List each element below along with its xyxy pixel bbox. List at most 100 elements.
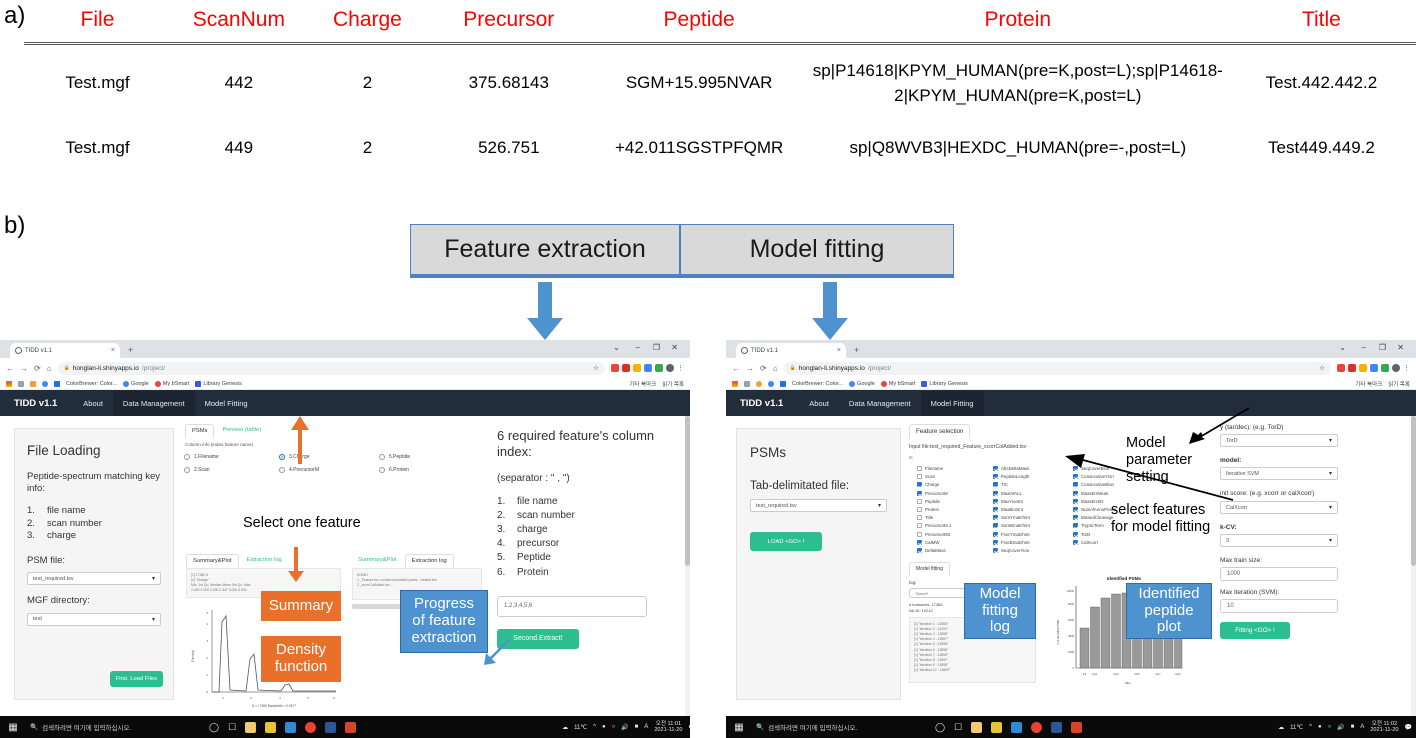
- minimize-icon[interactable]: –: [1362, 343, 1366, 352]
- param-select-init-score[interactable]: CalXcorr ▾: [1220, 501, 1338, 515]
- bookmark-reading-list[interactable]: 읽기 목록: [662, 380, 684, 388]
- close-icon[interactable]: ×: [111, 347, 115, 354]
- chrome-icon[interactable]: [305, 721, 317, 733]
- checkbox-sumymatchint[interactable]: SumYmatchInt: [993, 515, 1061, 521]
- checkbox-protein[interactable]: Protein: [917, 506, 981, 512]
- checkbox-numofannopeaks[interactable]: NumofAnnoPeaks: [1073, 506, 1116, 512]
- apps-icon[interactable]: [732, 380, 738, 387]
- tray-icon[interactable]: ●: [602, 724, 606, 730]
- bookmark-icon[interactable]: [780, 380, 786, 387]
- bookmark-icon[interactable]: [756, 380, 762, 387]
- checkbox-calmw[interactable]: CalMW: [917, 539, 981, 545]
- chevron-down-icon[interactable]: ⌄: [1339, 343, 1346, 352]
- checkbox-absdeltamass[interactable]: AbsDeltaMass: [993, 466, 1061, 471]
- word-icon[interactable]: [1051, 721, 1063, 733]
- browser-tab[interactable]: TIDD v1.1 ×: [10, 343, 120, 358]
- close-icon[interactable]: ×: [837, 347, 841, 354]
- param-select-model[interactable]: Iterative SVM ▾: [1220, 467, 1338, 480]
- checkbox-fracymatchint[interactable]: FracYmatchInt: [993, 531, 1061, 537]
- home-icon[interactable]: ⌂: [47, 364, 52, 373]
- weather-icon[interactable]: ☁: [562, 724, 568, 731]
- checkbox-peptidelength[interactable]: PeptideLength: [993, 474, 1061, 480]
- checkbox-seqcoveryion[interactable]: SeqCoverYion: [993, 547, 1061, 553]
- address-bar[interactable]: 🔒 honglan-li.shinyapps.io/project/ ☆: [57, 361, 605, 375]
- tab-extraction-log[interactable]: Extraction log: [404, 554, 454, 568]
- chevron-down-icon[interactable]: ⌄: [613, 343, 620, 352]
- browser-tab[interactable]: TIDD v1.1 ×: [736, 343, 846, 358]
- bookmark-google[interactable]: Google: [123, 380, 149, 387]
- word-icon[interactable]: [325, 721, 337, 733]
- checkbox-maxintall[interactable]: MaxIntALL: [993, 490, 1061, 496]
- mgf-directory-select[interactable]: test ▾: [27, 612, 161, 626]
- tray-icon[interactable]: ●: [1318, 724, 1322, 730]
- load-files-button[interactable]: First. Load Files: [109, 671, 163, 687]
- load-go-button[interactable]: LOAD <GO> !: [750, 532, 822, 551]
- notifications-icon[interactable]: 💬: [1405, 724, 1412, 731]
- tray-icon[interactable]: ○: [1328, 724, 1332, 730]
- checkbox-tord[interactable]: TorD: [1073, 531, 1116, 537]
- param-input-max-train-size[interactable]: 1000: [1220, 567, 1338, 582]
- taskbar-search-input[interactable]: 🔍 검색하려면 여기에 입력하십시오.: [752, 716, 927, 738]
- show-hidden-icons[interactable]: ^: [1309, 724, 1312, 730]
- minimize-icon[interactable]: –: [636, 343, 640, 352]
- bookmark-colorbrewer[interactable]: ColorBrewer: Color...: [792, 381, 843, 387]
- task-view-icon[interactable]: ☐: [228, 722, 236, 733]
- back-icon[interactable]: ←: [6, 364, 14, 373]
- checkbox-scan[interactable]: Scan: [917, 474, 981, 480]
- powerpoint-icon[interactable]: [345, 721, 357, 733]
- checkbox-fracbmatchint[interactable]: FracBmatchInt: [993, 539, 1061, 545]
- file-explorer-icon[interactable]: [245, 721, 257, 733]
- maximize-icon[interactable]: ❐: [1379, 343, 1386, 352]
- tab-summary-plot[interactable]: Summary&Plot: [186, 554, 239, 568]
- store-icon[interactable]: [265, 721, 277, 733]
- taskbar-search-input[interactable]: 🔍 검색하려면 여기에 입력하십시오.: [26, 716, 201, 738]
- address-bar[interactable]: 🔒 honglan-li.shinyapps.io/project/ ☆: [783, 361, 1331, 375]
- checkbox-maxyionint[interactable]: MaxYionInt: [993, 498, 1061, 504]
- network-icon[interactable]: ■: [635, 724, 639, 730]
- window-close-icon[interactable]: ✕: [671, 343, 678, 352]
- checkbox-tic[interactable]: TIC: [993, 482, 1061, 488]
- checkbox-calxcorr[interactable]: CalXcorr: [1073, 539, 1116, 545]
- forward-icon[interactable]: →: [20, 364, 28, 373]
- tab-model-fitting[interactable]: Model fitting: [909, 562, 950, 576]
- window-close-icon[interactable]: ✕: [1397, 343, 1404, 352]
- nav-item-about[interactable]: About: [73, 391, 113, 416]
- network-icon[interactable]: ■: [1351, 724, 1355, 730]
- windows-start-icon[interactable]: ▦: [0, 722, 26, 733]
- checkbox-peptide[interactable]: Peptide: [917, 498, 981, 504]
- new-tab-icon[interactable]: +: [854, 345, 859, 355]
- checkbox-precursorm[interactable]: PrecursorM: [917, 490, 981, 496]
- extension-icon[interactable]: [1348, 364, 1356, 372]
- powerpoint-icon[interactable]: [1071, 721, 1083, 733]
- star-icon[interactable]: ☆: [593, 364, 599, 372]
- page-scrollbar[interactable]: [1411, 416, 1416, 716]
- bookmark-icon[interactable]: [54, 380, 60, 387]
- task-view-icon[interactable]: ☐: [954, 722, 962, 733]
- checkbox-title[interactable]: Title: [917, 515, 981, 521]
- extension-icon[interactable]: [1337, 364, 1345, 372]
- bookmark-google[interactable]: Google: [849, 380, 875, 387]
- param-input-max-iteration[interactable]: 10: [1220, 599, 1338, 614]
- tab-extraction-log[interactable]: Extraction log: [241, 554, 288, 568]
- tab-psms[interactable]: PSMs: [185, 424, 215, 438]
- bookmark-other[interactable]: 기타 북마크: [629, 380, 656, 388]
- tab-preview-table[interactable]: Preview (table): [216, 424, 267, 438]
- google-icon[interactable]: [768, 380, 774, 387]
- cortana-icon[interactable]: ◯: [209, 722, 219, 733]
- bookmark-mybsmart[interactable]: My bSmart: [880, 380, 915, 387]
- column-index-input[interactable]: 1,2,3,4,5,6: [497, 595, 647, 617]
- nav-item-data-management[interactable]: Data Management: [112, 390, 195, 416]
- kebab-menu-icon[interactable]: ⋮: [1403, 364, 1410, 372]
- windows-start-icon[interactable]: ▦: [726, 722, 752, 733]
- nav-item-data-management[interactable]: Data Management: [839, 391, 921, 416]
- back-icon[interactable]: ←: [732, 364, 740, 373]
- radio-peptide[interactable]: 5.Peptide: [379, 454, 410, 460]
- nav-item-about[interactable]: About: [799, 391, 839, 416]
- nav-item-model-fitting[interactable]: Model Fitting: [920, 390, 984, 416]
- maximize-icon[interactable]: ❐: [653, 343, 660, 352]
- checkbox-missedcleavage[interactable]: MissedCleavage: [1073, 515, 1116, 521]
- bookmark-icon[interactable]: [744, 380, 750, 387]
- star-icon[interactable]: ☆: [1319, 364, 1325, 372]
- chrome-icon[interactable]: [1031, 721, 1043, 733]
- apps-icon[interactable]: [6, 380, 12, 387]
